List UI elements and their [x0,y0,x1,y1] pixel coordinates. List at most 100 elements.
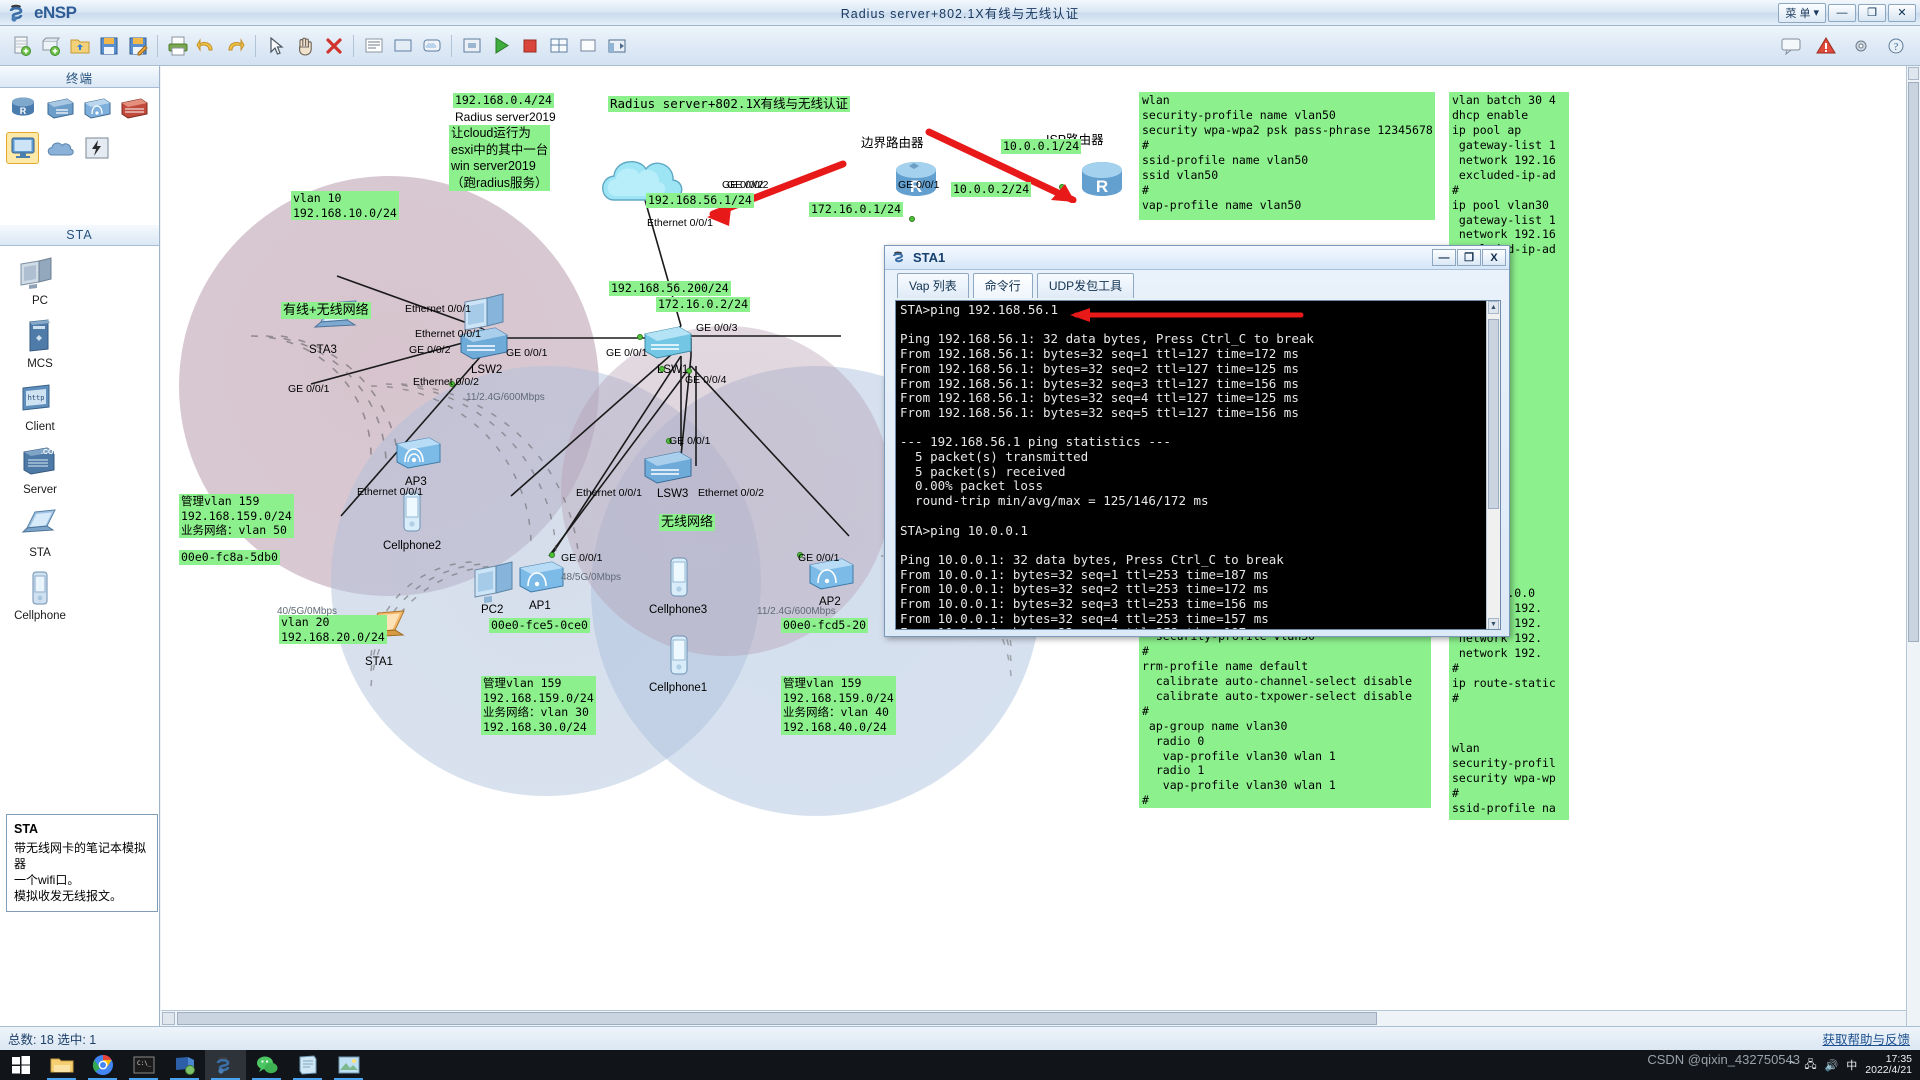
undo-icon[interactable] [193,32,220,59]
switch-icon[interactable] [43,92,76,124]
terminal-icon[interactable]: C:\_ [123,1050,164,1080]
text-note-icon[interactable] [360,32,387,59]
shape-rect-icon[interactable] [389,32,416,59]
canvas-hscrollbar[interactable] [161,1010,1906,1026]
sta-tooltip-line-2: 一个wifi口。 [14,872,150,888]
tab-udp-packet-tool[interactable]: UDP发包工具 [1037,273,1134,298]
vmware-icon[interactable] [164,1050,205,1080]
ime-icon[interactable]: 中 [1846,1057,1857,1073]
new-device-icon[interactable] [37,32,64,59]
scroll-up-arrow[interactable] [1908,67,1919,80]
alert-icon[interactable] [1812,32,1839,59]
device-label-ap1: AP1 [529,600,551,612]
stop-all-icon[interactable] [516,32,543,59]
sta-item-label: Server [23,484,57,496]
hand-pan-icon[interactable] [291,32,318,59]
shape-cloud-icon[interactable] [418,32,445,59]
windows-start-icon[interactable] [0,1050,41,1080]
scroll-up-arrow[interactable]: ▲ [1488,301,1499,314]
scroll-thumb-horizontal[interactable] [177,1012,1377,1025]
if-label: GE 0/0/2 [727,179,768,191]
canvas-vscrollbar[interactable] [1906,66,1920,1026]
device-cellphone2[interactable] [399,491,425,539]
notepad-icon[interactable] [287,1050,328,1080]
capture-packet-icon[interactable] [545,32,572,59]
file-explorer-icon[interactable] [41,1050,82,1080]
device-palette-row-2 [0,128,159,164]
sta1-window-title: STA1 [913,250,945,265]
windows-taskbar: C:\_ ⌃ 🖧 🔊 中 17:35 2022/4/21 [0,1050,1920,1080]
laptop-sta-icon [17,506,63,544]
sidebar-group-sta-header[interactable]: STA [0,224,159,246]
print-icon[interactable] [164,32,191,59]
chrome-icon[interactable] [82,1050,123,1080]
sta1-maximize-button[interactable]: ❐ [1457,249,1481,266]
wlan-ap-icon[interactable] [80,92,113,124]
device-isp-router[interactable]: R [1075,156,1129,210]
ensp-sta-icon [892,250,908,265]
help-feedback-link[interactable]: 获取帮助与反馈 [1822,1029,1920,1048]
zoom-restore-icon[interactable] [458,32,485,59]
clock-date: 2022/4/21 [1865,1065,1912,1076]
link-dot [909,216,915,222]
minimize-button[interactable]: — [1828,4,1856,22]
comment-icon[interactable] [1777,32,1804,59]
scroll-down-arrow[interactable]: ▼ [1488,618,1499,630]
sta1-console-scrollbar[interactable]: ▲ ▼ [1486,301,1500,630]
if-label: Ethernet 0/0/1 [405,303,471,315]
scroll-thumb-vertical[interactable] [1908,82,1919,642]
save-as-icon[interactable] [124,32,151,59]
photos-icon[interactable] [328,1050,369,1080]
device-lsw1[interactable] [641,321,697,363]
device-cellphone3[interactable] [666,556,692,604]
sta1-minimize-button[interactable]: — [1432,249,1456,266]
fit-screen-icon[interactable] [603,32,630,59]
tag-wired-wireless: 有线+无线网络 [281,302,371,319]
sta1-close-button[interactable]: X [1482,249,1506,266]
if-label: Ethernet 0/0/1 [647,217,713,229]
open-folder-icon[interactable] [66,32,93,59]
sta-item-sta[interactable]: STA [0,506,80,559]
ensp-icon[interactable] [205,1050,246,1080]
redo-icon[interactable] [222,32,249,59]
firewall-icon[interactable] [117,92,150,124]
tab-command-line[interactable]: 命令行 [973,273,1033,298]
save-icon[interactable] [95,32,122,59]
close-button[interactable]: ✕ [1888,4,1916,22]
device-ap3[interactable] [393,432,445,474]
lightning-frs-icon[interactable] [80,132,113,164]
cloud-icon[interactable] [43,132,76,164]
sta1-window-titlebar[interactable]: STA1 — ❐ X [885,246,1509,270]
sidebar-group-terminal-header[interactable]: 终端 [0,66,159,88]
delete-icon[interactable] [320,32,347,59]
sta-item-server[interactable]: .COM Server [0,443,80,496]
sta-item-pc[interactable]: PC [0,254,80,307]
volume-icon[interactable]: 🔊 [1825,1059,1839,1072]
menu-button[interactable]: 菜 单 ▾ [1778,3,1826,23]
select-pointer-icon[interactable] [262,32,289,59]
app-name: eNSP [34,3,76,23]
maximize-button[interactable]: ❐ [1858,4,1886,22]
sta1-console-output[interactable]: STA>ping 192.168.56.1 Ping 192.168.56.1:… [895,300,1501,630]
new-topology-icon[interactable] [8,32,35,59]
grid-icon[interactable] [574,32,601,59]
tab-vap-list[interactable]: Vap 列表 [897,273,969,298]
sta-item-mcs[interactable]: MCS [0,317,80,370]
router-icon[interactable]: R [6,92,39,124]
window-title: Radius server+802.1X有线与无线认证 [0,3,1920,22]
sta-item-client[interactable]: http Client [0,380,80,433]
device-cellphone1[interactable] [666,634,692,682]
if-label: GE 0/0/1 [669,435,710,447]
sta-item-cellphone[interactable]: Cellphone [0,569,80,622]
sta1-terminal-window[interactable]: STA1 — ❐ X Vap 列表 命令行 UDP发包工具 STA>ping 1… [884,245,1510,637]
scroll-thumb[interactable] [1488,319,1499,509]
wechat-icon[interactable] [246,1050,287,1080]
device-lsw3[interactable] [641,446,697,488]
network-icon[interactable]: 🖧 [1804,1056,1816,1075]
scroll-left-arrow[interactable] [162,1012,175,1025]
about-icon[interactable]: ? [1882,32,1909,59]
endpoint-pc-icon[interactable] [6,132,39,164]
settings-gear-icon[interactable] [1847,32,1874,59]
taskbar-clock[interactable]: 17:35 2022/4/21 [1865,1054,1912,1076]
start-all-icon[interactable] [487,32,514,59]
